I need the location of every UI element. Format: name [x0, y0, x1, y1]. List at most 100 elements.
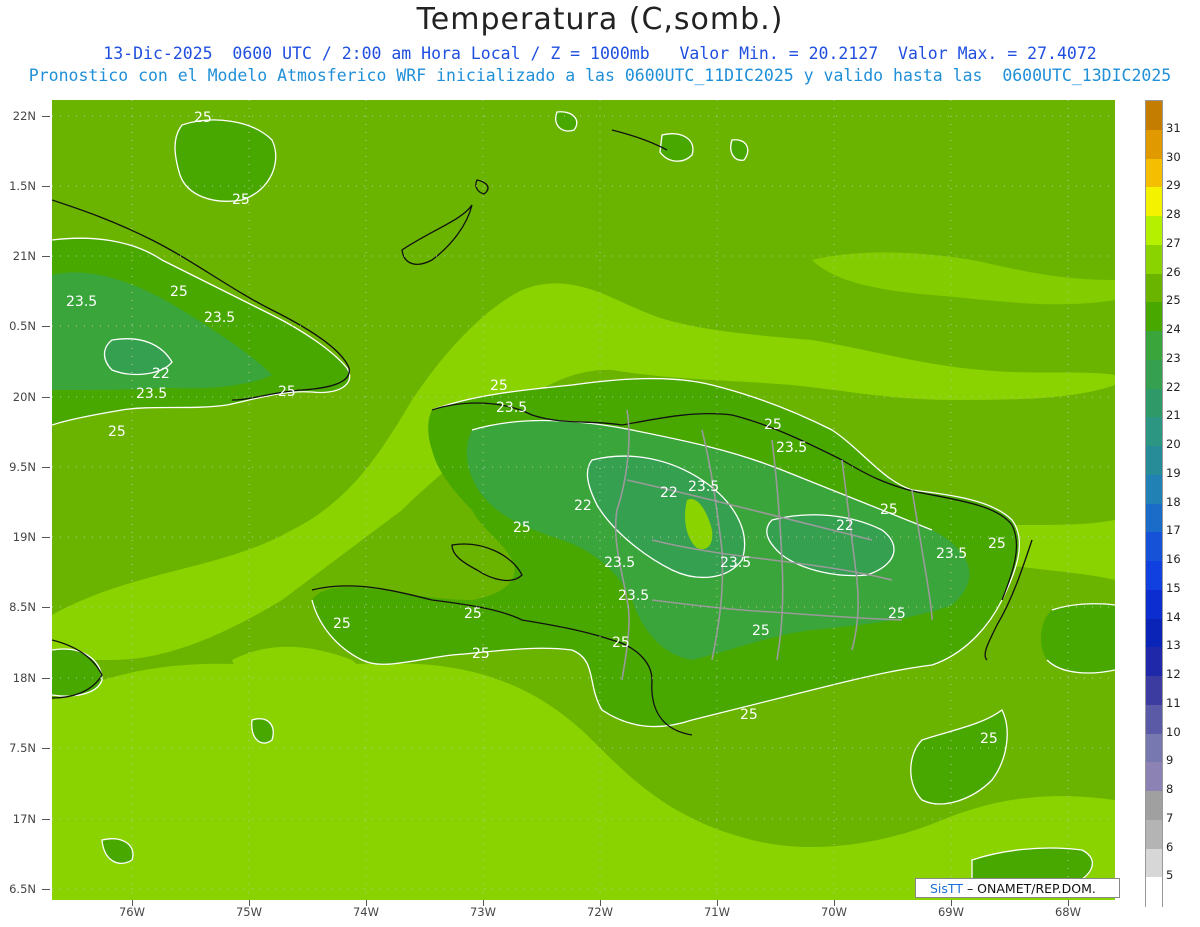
colorbar-label: 7 — [1166, 810, 1174, 825]
contour-label: 25 — [888, 606, 906, 622]
colorbar-segment — [1146, 848, 1162, 878]
credit-text: – ONAMET/REP.DOM. — [962, 881, 1096, 896]
colorbar-label: 21 — [1166, 408, 1181, 423]
colorbar-segment — [1146, 532, 1162, 562]
colorbar-segment — [1146, 733, 1162, 763]
colorbar-segment — [1146, 676, 1162, 706]
colorbar-segment — [1146, 503, 1162, 533]
colorbar-segment — [1146, 331, 1162, 361]
forecast-validity-line: 13-Dic-2025 0600 UTC / 2:00 am Hora Loca… — [103, 44, 1097, 63]
lat-label: 0.5N — [9, 319, 36, 333]
colorbar-segment — [1146, 877, 1162, 907]
colorbar-segment — [1146, 474, 1162, 504]
lon-label: 72W — [586, 905, 613, 919]
axis-tick — [717, 900, 718, 906]
lat-label: 7.5N — [9, 741, 36, 755]
axis-tick — [42, 678, 50, 679]
colorbar-segment — [1146, 819, 1162, 849]
axis-tick — [42, 186, 50, 187]
contour-label: 23.5 — [204, 310, 235, 326]
lat-label: 18N — [12, 671, 36, 685]
colorbar-label: 20 — [1166, 437, 1181, 451]
colorbar-label: 6 — [1166, 839, 1174, 854]
axis-tick — [42, 607, 50, 608]
axis-tick — [600, 900, 601, 906]
colorbar-label: 27 — [1166, 235, 1181, 250]
colorbar-label: 9 — [1166, 753, 1174, 768]
colorbar-segment — [1146, 101, 1162, 131]
contour-label: 25 — [333, 616, 351, 632]
axis-tick — [366, 900, 367, 906]
colorbar-segment — [1146, 388, 1162, 418]
colorbar-segment — [1146, 216, 1162, 246]
colorbar-segment — [1146, 244, 1162, 274]
lat-label: 20N — [12, 390, 36, 404]
lon-label: 68W — [1054, 905, 1081, 919]
colorbar-label: 31 — [1166, 120, 1181, 135]
map-title: Temperatura (C,somb.) — [416, 2, 784, 37]
lat-label: 22N — [12, 109, 36, 123]
contour-label: 23.5 — [496, 400, 527, 416]
colorbar-label: 8 — [1166, 782, 1174, 796]
colorbar-label: 22 — [1166, 379, 1181, 394]
contour-label: 25 — [490, 378, 508, 394]
colorbar-segment — [1146, 129, 1162, 159]
colorbar-segment — [1146, 359, 1162, 389]
contour-label: 25 — [880, 502, 898, 518]
axis-tick — [1068, 900, 1069, 906]
lon-label: 76W — [118, 905, 145, 919]
temperature-colorbar — [1145, 100, 1163, 907]
contour-label: 23.5 — [776, 440, 807, 456]
colorbar-label: 23 — [1166, 350, 1181, 365]
contour-label: 25 — [194, 110, 212, 126]
contour-label: 25 — [170, 284, 188, 300]
contour-label: 22 — [574, 498, 592, 514]
colorbar-segment — [1146, 618, 1162, 648]
colorbar-label: 18 — [1166, 494, 1181, 509]
colorbar-label: 26 — [1166, 264, 1181, 279]
colorbar-segment — [1146, 158, 1162, 188]
axis-tick — [42, 256, 50, 257]
axis-tick — [42, 326, 50, 327]
colorbar-segment — [1146, 273, 1162, 303]
lat-label: 9.5N — [9, 460, 36, 474]
contour-label: 22 — [660, 485, 678, 501]
axis-tick — [834, 900, 835, 906]
lon-label: 74W — [352, 905, 379, 919]
contour-label: 25 — [464, 606, 482, 622]
puerto-rico-land — [1040, 603, 1115, 673]
lat-label: 6.5N — [9, 882, 36, 896]
colorbar-label: 5 — [1166, 868, 1174, 883]
lon-label: 69W — [937, 905, 964, 919]
axis-tick — [483, 900, 484, 906]
colorbar-segment — [1146, 187, 1162, 217]
colorbar-segment — [1146, 647, 1162, 677]
axis-tick — [42, 467, 50, 468]
colorbar-label: 16 — [1166, 552, 1181, 566]
credit-box: SisTT – ONAMET/REP.DOM. — [915, 878, 1120, 898]
colorbar-label: 13 — [1166, 638, 1181, 653]
contour-label: 22 — [836, 518, 854, 534]
axis-tick — [42, 889, 50, 890]
contour-label: 23.5 — [720, 555, 751, 571]
contour-label: 25 — [472, 646, 490, 662]
colorbar-label: 28 — [1166, 207, 1181, 221]
colorbar-label: 12 — [1166, 667, 1181, 681]
colorbar-label: 15 — [1166, 580, 1181, 595]
axis-tick — [42, 748, 50, 749]
colorbar-segment — [1146, 762, 1162, 792]
contour-label: 25 — [752, 623, 770, 639]
lon-label: 73W — [469, 905, 496, 919]
temperature-map: 25 25 25 23.5 23.5 22 23.5 25 25 25 23.5… — [52, 100, 1115, 900]
lat-label: 17N — [12, 812, 36, 826]
lon-label: 70W — [820, 905, 847, 919]
colorbar-segment — [1146, 561, 1162, 591]
colorbar-label: 10 — [1166, 724, 1181, 739]
contour-label: 25 — [232, 192, 250, 208]
colorbar-label: 30 — [1166, 149, 1181, 164]
lon-label: 75W — [235, 905, 262, 919]
colorbar-label: 19 — [1166, 465, 1181, 480]
contour-label: 25 — [108, 424, 126, 440]
sistema-brand: SisTT — [930, 881, 963, 896]
contour-label: 25 — [513, 520, 531, 536]
